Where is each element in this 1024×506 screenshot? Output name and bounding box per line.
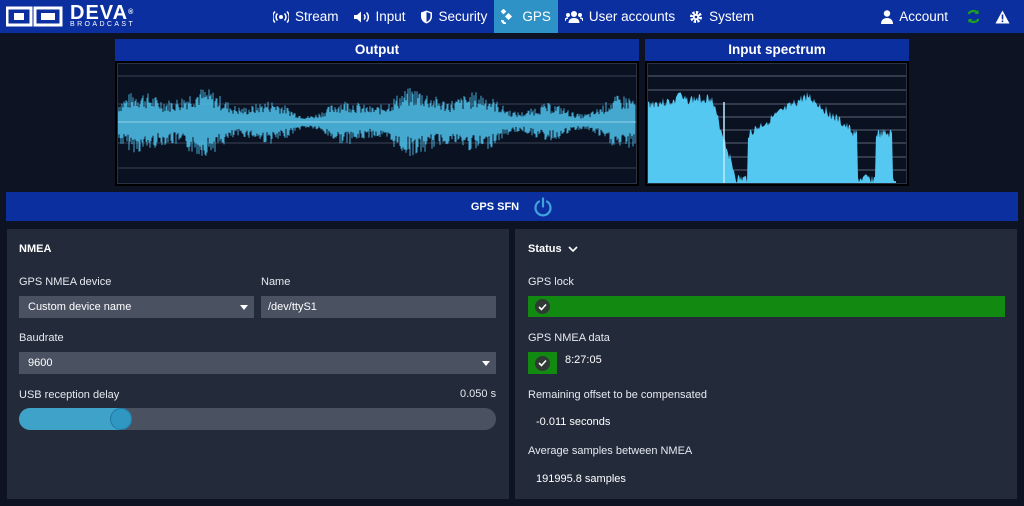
slider-thumb[interactable] <box>110 408 132 430</box>
gps-nmea-device-value: Custom device name <box>28 301 132 313</box>
gear-icon <box>690 10 703 23</box>
user-icon <box>881 9 894 24</box>
users-icon <box>564 10 583 23</box>
spectrum-display <box>647 63 907 184</box>
gps-nmea-data-indicator <box>528 352 557 374</box>
top-navigation-bar: DEVA® BROADCAST Stream Input Security GP… <box>0 0 1024 33</box>
gps-sfn-label: GPS SFN <box>470 200 520 213</box>
status-title: Status <box>528 243 562 255</box>
check-icon <box>535 355 550 371</box>
usb-reception-delay-value: 0.050 s <box>460 388 497 400</box>
nav-system[interactable]: System <box>682 0 761 33</box>
usb-reception-delay-slider[interactable] <box>19 408 496 430</box>
baudrate-label: Baudrate <box>19 332 64 344</box>
nav-input[interactable]: Input <box>346 0 413 33</box>
warning-icon <box>995 10 1010 23</box>
check-icon <box>535 299 550 314</box>
gps-nmea-time: 8:27:05 <box>565 354 602 366</box>
nav-user-accounts-label: User accounts <box>588 9 676 24</box>
spectrum-panel-title: Input spectrum <box>645 39 909 61</box>
nav-input-label: Input <box>375 9 406 24</box>
gps-sfn-bar: GPS SFN <box>6 192 1018 221</box>
deva-logo[interactable]: DEVA® BROADCAST <box>6 3 136 28</box>
satellite-icon <box>501 9 513 24</box>
nav-user-accounts[interactable]: User accounts <box>558 0 682 33</box>
gps-lock-indicator <box>528 296 1005 317</box>
baudrate-select[interactable]: 9600 <box>19 352 496 374</box>
waveform-display <box>117 75 636 169</box>
name-label: Name <box>261 276 291 288</box>
gps-nmea-device-label: GPS NMEA device <box>19 276 112 288</box>
nav-system-label: System <box>709 9 755 24</box>
sync-icon <box>967 9 980 24</box>
nmea-title: NMEA <box>19 243 52 255</box>
usb-reception-delay-label: USB reception delay <box>19 389 120 401</box>
brand-sub: BROADCAST <box>70 21 136 28</box>
output-waveform <box>117 63 637 184</box>
account-label: Account <box>899 9 948 24</box>
account-menu[interactable]: Account <box>881 9 948 24</box>
average-samples-label: Average samples between NMEA <box>528 445 693 457</box>
registered-mark: ® <box>128 9 135 16</box>
gps-nmea-device-select[interactable]: Custom device name <box>19 296 254 318</box>
status-title-toggle[interactable]: Status <box>528 243 578 255</box>
nav-gps[interactable]: GPS <box>494 0 558 33</box>
db-logo-mark <box>6 6 63 26</box>
alert-status[interactable] <box>995 10 1010 24</box>
nav-stream-label: Stream <box>295 9 339 24</box>
sync-status[interactable] <box>966 9 981 24</box>
remaining-offset-label: Remaining offset to be compensated <box>528 389 707 401</box>
nav-gps-label: GPS <box>522 9 551 24</box>
gps-lock-label: GPS lock <box>528 276 574 288</box>
spectrum-graph <box>648 75 906 183</box>
chevron-down-icon <box>568 245 578 252</box>
power-icon[interactable] <box>533 196 553 217</box>
main-nav: Stream Input Security GPS User accounts … <box>266 0 761 33</box>
broadcast-icon <box>273 10 289 23</box>
nav-security-label: Security <box>438 9 488 24</box>
nav-stream[interactable]: Stream <box>266 0 346 33</box>
output-panel-title: Output <box>115 39 639 61</box>
name-input[interactable]: /dev/ttyS1 <box>261 296 496 318</box>
shield-icon <box>420 10 432 23</box>
spectrum-panel: Input spectrum <box>645 39 909 186</box>
output-panel: Output <box>115 39 639 186</box>
chevron-down-icon <box>240 305 248 310</box>
average-samples-value: 191995.8 samples <box>536 473 626 485</box>
right-nav: Account <box>881 0 1024 33</box>
gps-nmea-data-label: GPS NMEA data <box>528 332 610 344</box>
chevron-down-icon <box>482 361 490 366</box>
speaker-icon <box>353 11 369 22</box>
nav-security[interactable]: Security <box>413 0 495 33</box>
remaining-offset-value: -0.011 seconds <box>536 416 611 428</box>
baudrate-value: 9600 <box>28 357 53 369</box>
